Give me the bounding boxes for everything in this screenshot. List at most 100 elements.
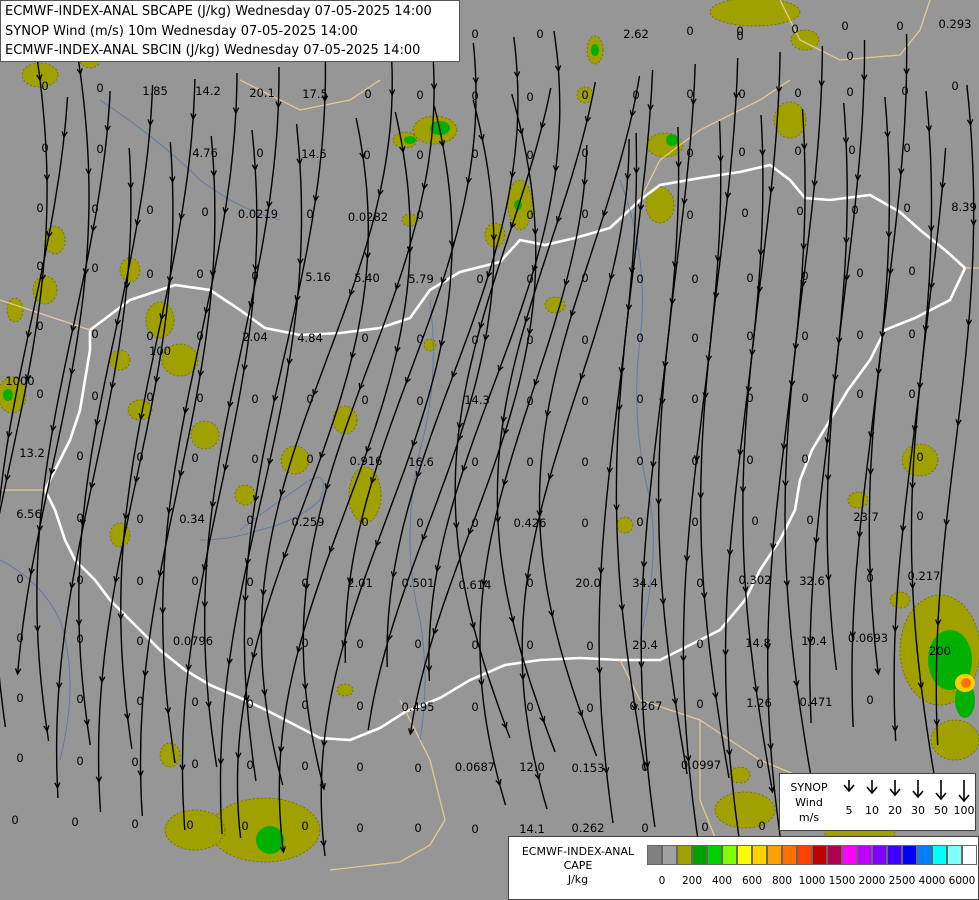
down-arrow-icon [912,780,924,799]
cin-zero-label: 0 [686,87,693,101]
cin-zero-label: 0 [136,574,143,588]
cin-value-label: 0.293 [939,17,972,31]
river-0 [199,477,324,541]
cin-zero-label: 0 [76,692,83,706]
synop-arrow-20: 20 [884,778,906,817]
cape-tick-label: 1000 [798,875,826,887]
cin-zero-label: 0 [356,760,363,774]
cin-zero-label: 0 [526,638,533,652]
cin-value-label: 0.34 [179,512,205,526]
cin-zero-label: 0 [146,390,153,404]
cin-value-label: 8.39 [951,200,977,214]
cape-swatch-0 [647,845,662,865]
cin-zero-label: 0 [471,516,478,530]
cape-patch-7 [773,101,807,139]
cin-zero-label: 0 [686,208,693,222]
cape-legend-unit: J/kg [567,873,589,886]
cin-value-label: 10.4 [801,634,827,648]
title-line-cin: ECMWF-INDEX-ANAL SBCIN (J/kg) Wednesday … [5,43,421,58]
cape-tick-label: 6000 [948,875,976,887]
synop-speed-label: 10 [865,804,879,817]
cin-value-label: 0.501 [402,576,435,590]
cin-zero-label: 0 [848,143,855,157]
cin-zero-label: 0 [196,391,203,405]
cape-patch-33 [336,683,354,697]
cin-zero-label: 0 [131,817,138,831]
country-border-3 [779,0,931,61]
cin-zero-label: 0 [146,329,153,343]
cin-zero-label: 0 [471,455,478,469]
synop-arrow-50: 50 [930,778,952,817]
cin-value-label: 1.26 [746,696,772,710]
cin-value-label: 100 [149,344,171,358]
cape-swatch-10 [797,845,812,865]
cin-zero-label: 0 [306,207,313,221]
cin-zero-label: 0 [361,393,368,407]
cape-swatch-1 [662,845,677,865]
cape-swatch-13 [842,845,857,865]
cape-green-patch-2 [591,44,599,56]
cape-swatch-19 [932,845,947,865]
down-arrow-icon [935,780,947,801]
synop-legend-unit: m/s [798,811,820,824]
cin-value-label: 0.262 [572,821,605,835]
cin-zero-label: 0 [856,387,863,401]
cin-zero-label: 0 [36,319,43,333]
cin-zero-label: 0 [356,699,363,713]
map-canvas: 0.293 2.62 1.85 14.2 20.1 17.5 4.76 14.5 8.39 0.0… [0,0,979,900]
cin-zero-label: 0 [246,575,253,589]
hungary-border [43,163,967,742]
cin-value-label: 200 [929,644,951,658]
cin-zero-label: 0 [476,272,483,286]
cin-zero-label: 0 [191,695,198,709]
cin-zero-label: 0 [136,634,143,648]
cin-zero-label: 0 [841,19,848,33]
cin-zero-label: 0 [851,203,858,217]
cin-zero-label: 0 [526,333,533,347]
cin-value-label: 17.5 [302,87,328,101]
cape-patch-34 [159,742,181,768]
streamline-35 [724,114,764,846]
cin-value-label: 2.62 [623,27,649,41]
cin-zero-label: 0 [581,455,588,469]
cin-zero-label: 0 [136,694,143,708]
cin-zero-label: 0 [416,148,423,162]
cin-zero-label: 0 [738,145,745,159]
cin-zero-label: 0 [136,512,143,526]
cin-zero-label: 0 [196,329,203,343]
cin-zero-label: 0 [636,515,643,529]
cin-zero-label: 0 [364,87,371,101]
cin-zero-label: 0 [908,264,915,278]
cin-zero-label: 0 [696,637,703,651]
cape-swatch-7 [752,845,767,865]
cin-zero-label: 0 [641,821,648,835]
streamline-33 [682,120,722,842]
cin-zero-label: 0 [16,751,23,765]
cape-patch-22 [190,420,220,450]
cin-zero-label: 0 [196,267,203,281]
cin-value-label: 20.4 [632,638,658,652]
cin-zero-label: 0 [896,19,903,33]
streamline-15 [260,54,393,786]
cape-tick-label: 800 [771,875,793,887]
cin-zero-label: 0 [794,144,801,158]
cin-zero-label: 0 [416,516,423,530]
cin-zero-label: 0 [686,146,693,160]
cin-value-label: 14.3 [464,393,490,407]
cin-zero-label: 0 [856,328,863,342]
cape-color-legend: ECMWF-INDEX-ANAL CAPE J/kg 0 200 400 600 800… [508,836,979,900]
cin-zero-label: 0 [903,201,910,215]
cin-value-label: 34.4 [632,576,658,590]
cin-zero-label: 0 [136,450,143,464]
cin-zero-label: 0 [846,85,853,99]
streamline-36 [742,51,781,793]
cape-patch-43 [423,338,437,352]
cape-swatch-9 [782,845,797,865]
cin-zero-label: 0 [741,206,748,220]
cin-zero-label: 0 [701,820,708,834]
cape-legend-label: ECMWF-INDEX-ANAL CAPE J/kg [513,845,643,887]
cin-value-label: 14.1 [519,822,545,836]
cape-patch-28 [616,516,634,534]
cin-zero-label: 0 [686,24,693,38]
cin-zero-label: 0 [191,451,198,465]
